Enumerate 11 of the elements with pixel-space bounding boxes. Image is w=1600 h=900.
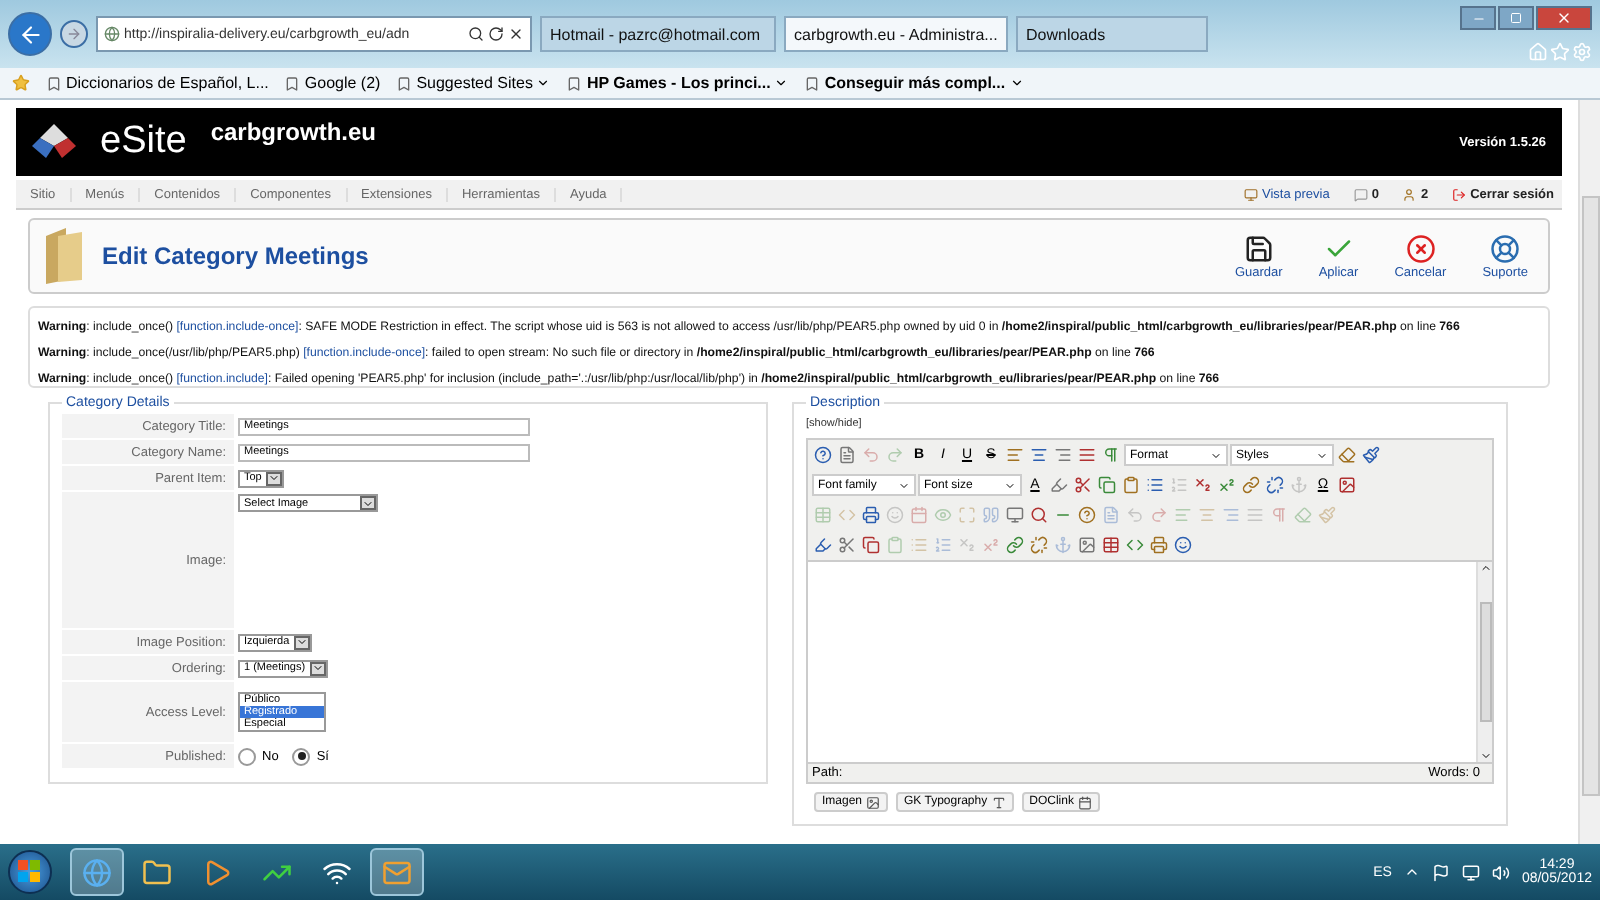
page-title: Edit Category Meetings: [102, 242, 369, 270]
logo-text: eSite: [100, 120, 187, 164]
site-name: carbgrowth.eu: [210, 118, 376, 146]
browser-tab[interactable]: Hotmail - pazrc@hotmail.com: [540, 16, 776, 52]
favorites-link[interactable]: HP Games - Los princi...: [566, 74, 789, 92]
favorites-link[interactable]: Google (2): [284, 74, 381, 92]
favorites-link[interactable]: Diccionarios de Español, L...: [46, 74, 269, 92]
favorites-link[interactable]: Suggested Sites: [396, 74, 551, 92]
browser-tab[interactable]: carbgrowth.eu - Administra...: [784, 16, 1008, 52]
favorites-link[interactable]: Conseguir más compl...: [804, 74, 1024, 92]
browser-tab[interactable]: Downloads: [1016, 16, 1208, 52]
